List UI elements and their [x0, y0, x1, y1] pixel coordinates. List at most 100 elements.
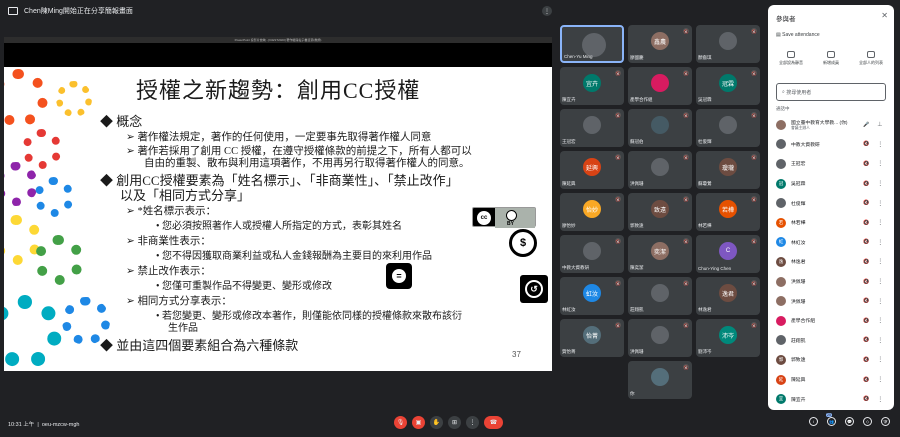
more-options-button[interactable]: ⋮: [466, 416, 479, 429]
mic-off-icon[interactable]: 🔇: [863, 220, 869, 226]
mic-off-icon[interactable]: 🔇: [863, 239, 869, 245]
participant-tile[interactable]: 蘇冠伯 🔇: [628, 109, 692, 147]
mic-off-icon[interactable]: 🔇: [863, 396, 869, 402]
list-item[interactable]: 王冠宏 🔇 ⋮: [772, 154, 892, 174]
participant-avatar: 怡菁: [583, 326, 601, 344]
participant-tile[interactable]: 中教大資教研 🔇: [560, 235, 624, 273]
list-item[interactable]: 逸林逸君 🔇 ⋮: [772, 252, 892, 272]
participant-tile[interactable]: 杜俊輝 🔇: [696, 109, 760, 147]
more-options-icon[interactable]: ⋮: [877, 298, 883, 305]
mic-toggle-button[interactable]: 🎙: [394, 416, 407, 429]
mic-off-icon: 🔇: [683, 364, 689, 370]
save-attendance-button[interactable]: ▤ Save attendance: [776, 32, 820, 38]
participant-tile[interactable]: C Chun-Ying Chen 🔇: [696, 235, 760, 273]
more-options-icon[interactable]: ⋮: [877, 141, 883, 148]
more-options-icon[interactable]: ⋮: [877, 396, 883, 403]
mic-off-icon[interactable]: 🔇: [863, 279, 869, 285]
more-options-icon[interactable]: ⋮: [877, 219, 883, 226]
shield-icon[interactable]: 🛡: [881, 417, 890, 426]
participant-tile[interactable]: 逸君 林逸君 🔇: [696, 277, 760, 315]
participant-tile[interactable]: 冠霖 吳冠霖 🔇: [696, 67, 760, 105]
mic-off-icon[interactable]: 🔇: [863, 357, 869, 363]
participant-tile[interactable]: 洪佩珊 🔇: [628, 151, 692, 189]
mic-off-icon: 🔇: [751, 196, 757, 202]
avatar: [776, 198, 786, 209]
people-icon[interactable]: 25 👥: [826, 413, 836, 426]
participant-tile[interactable]: 宜卉 陳宜卉 🔇: [560, 67, 624, 105]
mic-off-icon[interactable]: 🔇: [863, 181, 869, 187]
participant-tile-self[interactable]: 你 🔇: [628, 361, 692, 399]
list-item[interactable]: 郭郭致遠 🔇 ⋮: [772, 350, 892, 370]
mic-icon[interactable]: 🎤: [863, 122, 869, 128]
mic-off-icon[interactable]: 🔇: [863, 200, 869, 206]
list-item[interactable]: 杜俊輝 🔇 ⋮: [772, 193, 892, 213]
more-options-icon[interactable]: ⋮: [877, 376, 883, 383]
list-item[interactable]: 延陳延興 🔇 ⋮: [772, 370, 892, 390]
more-options-icon[interactable]: ⋮: [877, 317, 883, 324]
participant-tile[interactable]: 王冠宏 🔇: [560, 109, 624, 147]
participant-avatar: 冠霖: [719, 74, 737, 92]
list-item[interactable]: 產學合作組 🔇 ⋮: [772, 311, 892, 331]
list-item[interactable]: 中教大資教研 🔇 ⋮: [772, 135, 892, 155]
mic-off-icon[interactable]: 🔇: [863, 298, 869, 304]
avatar: 若: [776, 217, 786, 228]
list-item[interactable]: 莊翔凱 🔇 ⋮: [772, 331, 892, 351]
participant-tile[interactable]: 奕潔 陳奕潔 🔇: [628, 235, 692, 273]
list-item[interactable]: 國立臺中教育大學教... (你) 會議主辦人 🎤 ⊥: [772, 115, 892, 135]
slide-line: • 若您變更、變形或修改本著作，則僅能依同樣的授權條款來散布該衍: [156, 311, 463, 322]
list-item[interactable]: 冠吳冠霖 🔇 ⋮: [772, 174, 892, 194]
more-options-icon[interactable]: ⋮: [877, 337, 883, 344]
mic-off-icon[interactable]: 🔇: [863, 318, 869, 324]
list-item[interactable]: 若林若樺 🔇 ⋮: [772, 213, 892, 233]
info-icon[interactable]: i: [809, 417, 818, 426]
mic-off-icon[interactable]: 🔇: [863, 161, 869, 167]
pin-icon[interactable]: ⊥: [877, 121, 882, 128]
leave-call-button[interactable]: ☎: [484, 416, 503, 429]
participant-tile[interactable]: 若樺 林若樺 🔇: [696, 193, 760, 231]
mic-off-icon[interactable]: 🔇: [863, 377, 869, 383]
more-options-icon[interactable]: ⋮: [877, 239, 883, 246]
participant-tile[interactable]: 虹汝 林虹汝 🔇: [560, 277, 624, 315]
mute-all-button[interactable]: 全部設為靜音: [772, 51, 810, 66]
activities-icon[interactable]: ◇: [863, 417, 872, 426]
list-item[interactable]: 宜陳宜卉 🔇 ⋮: [772, 389, 892, 409]
mic-off-icon[interactable]: 🔇: [863, 259, 869, 265]
participant-tile[interactable]: 沛岑 劉沛岑 🔇: [696, 319, 760, 357]
more-options-icon[interactable]: ⋮: [877, 356, 883, 363]
list-item[interactable]: 虹林虹汝 🔇 ⋮: [772, 233, 892, 253]
participant-avatar: [651, 326, 669, 344]
participant-tile[interactable]: 怡妙 廖怡妙 🔇: [560, 193, 624, 231]
participant-avatar: [651, 116, 669, 134]
green-gear-image: [34, 235, 84, 285]
participant-avatar: 瓊瓏: [719, 158, 737, 176]
participant-tile[interactable]: Chen-Yu Ming: [560, 25, 624, 63]
mic-off-icon[interactable]: 🔇: [863, 337, 869, 343]
all-people-list-button[interactable]: 全部人的列表: [852, 51, 890, 66]
present-button[interactable]: ⊞: [448, 416, 461, 429]
search-input[interactable]: ⌕ 搜尋使用者: [776, 83, 886, 101]
participant-tile[interactable]: 顏裔琪 🔇: [696, 25, 760, 63]
camera-toggle-button[interactable]: ▣: [412, 416, 425, 429]
raise-hand-button[interactable]: ✋: [430, 416, 443, 429]
participant-tile[interactable]: 產學合作組 🔇: [628, 67, 692, 105]
participant-tile[interactable]: 鑫農 廖國慶 🔇: [628, 25, 692, 63]
participant-tile[interactable]: 瓊瓏 蘇瓊鶯 🔇: [696, 151, 760, 189]
mic-off-icon: 🔇: [615, 196, 621, 202]
more-options-icon[interactable]: ⋮: [877, 200, 883, 207]
list-item[interactable]: 洪佩珊 🔇 ⋮: [772, 272, 892, 292]
participant-tile[interactable]: 延興 陳延興 🔇: [560, 151, 624, 189]
more-options-icon[interactable]: ⋮: [542, 6, 552, 16]
list-item[interactable]: 洪佩珊 🔇 ⋮: [772, 291, 892, 311]
participant-tile[interactable]: 怡菁 賀怡菁 🔇: [560, 319, 624, 357]
chat-icon[interactable]: 💬: [845, 417, 854, 426]
participant-tile[interactable]: 莊翔凱 🔇: [628, 277, 692, 315]
more-options-icon[interactable]: ⋮: [877, 180, 883, 187]
mic-off-icon[interactable]: 🔇: [863, 141, 869, 147]
participant-tile[interactable]: 致遠 郭致遠 🔇: [628, 193, 692, 231]
close-icon[interactable]: ✕: [881, 11, 888, 20]
more-options-icon[interactable]: ⋮: [877, 258, 883, 265]
more-options-icon[interactable]: ⋮: [877, 278, 883, 285]
participant-tile[interactable]: 洪佩珊 🔇: [628, 319, 692, 357]
more-options-icon[interactable]: ⋮: [877, 160, 883, 167]
add-people-button[interactable]: 新增成員: [812, 51, 850, 66]
